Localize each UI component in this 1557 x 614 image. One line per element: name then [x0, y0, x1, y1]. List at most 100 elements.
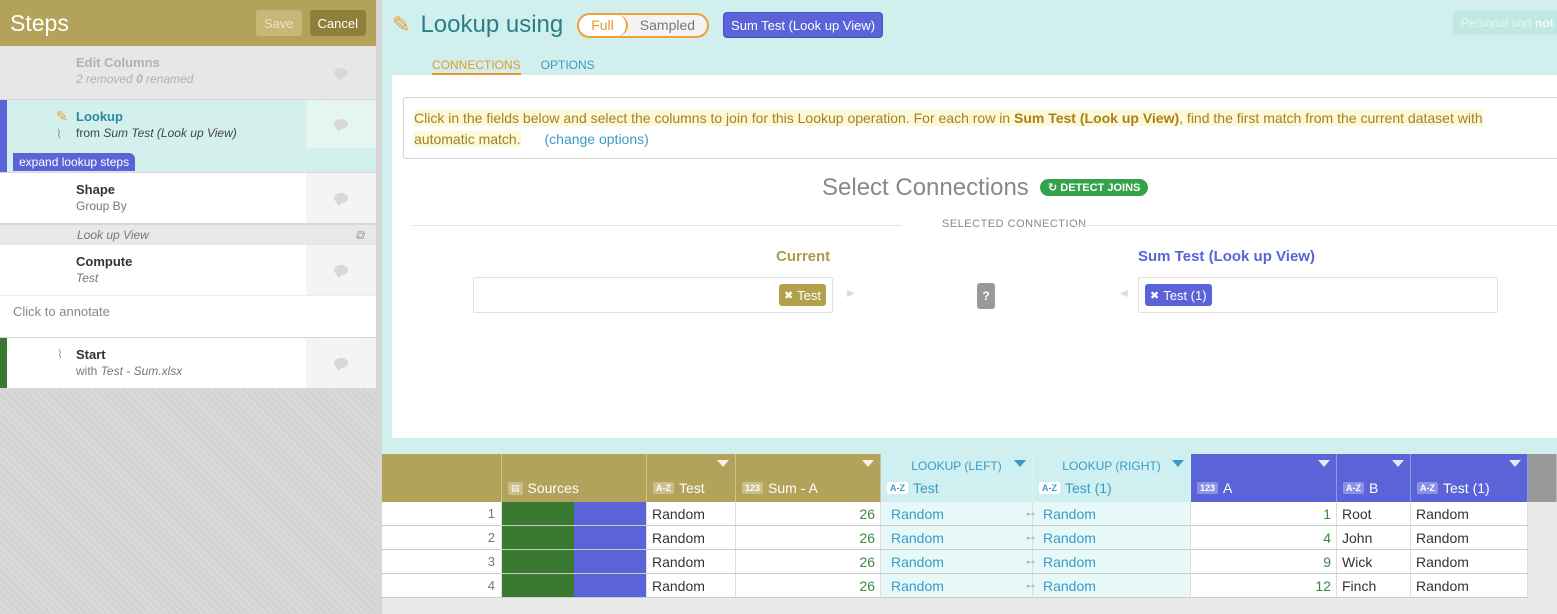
column-header-test-1[interactable]: A-Z Test (1) [1411, 454, 1528, 502]
link-icon: ⊷ [1026, 581, 1035, 591]
expand-lookup-steps-button[interactable]: expand lookup steps [13, 153, 136, 171]
scroll-header [1528, 454, 1557, 502]
cell-sum-a[interactable]: 26 [736, 550, 881, 574]
change-options-link[interactable]: (change options) [544, 131, 649, 147]
cell-test[interactable]: Random [647, 526, 736, 550]
cell-lookup-right[interactable]: ⊷ Random [1026, 526, 1191, 550]
dropdown-icon [1509, 460, 1521, 467]
cell-lookup-right[interactable]: ⊷ Random [1026, 550, 1191, 574]
cell-lookup-right[interactable]: ⊷ Random [1026, 574, 1191, 598]
step-summary: from Sum Test (Look up View) [76, 126, 237, 140]
lookup-view-button[interactable]: Sum Test (Look up View) [723, 12, 884, 38]
remove-icon: ✖ [1150, 289, 1160, 302]
cell-test-1[interactable]: Random [1411, 550, 1528, 574]
tab-options[interactable]: OPTIONS [541, 50, 595, 75]
cell-test-1[interactable]: Random [1411, 502, 1528, 526]
cell-a[interactable]: 9 [1191, 550, 1337, 574]
step-name: Shape [76, 182, 116, 197]
select-connections-title: Select Connections [822, 174, 1029, 201]
number-type-icon: 123 [1197, 482, 1219, 494]
join-type-button[interactable]: ? [977, 283, 995, 309]
cell-test-1[interactable]: Random [1411, 526, 1528, 550]
paperclip-icon: ⌇ [56, 127, 62, 141]
mode-sampled-button[interactable]: Sampled [628, 15, 707, 36]
cell-test[interactable]: Random [647, 574, 736, 598]
text-type-icon: A-Z [1343, 482, 1364, 494]
cell-lookup-right[interactable]: ⊷ Random [1026, 502, 1191, 526]
lookup-join-field[interactable]: ✖ Test (1) [1138, 277, 1498, 313]
step-name: Compute [76, 254, 133, 269]
step-name: Edit Columns [76, 55, 160, 70]
column-header-lookup-right[interactable]: LOOKUP (RIGHT) A-Z Test (1) [1033, 454, 1191, 502]
selected-connection-divider: SELECTED CONNECTION [412, 218, 1557, 232]
annotate-field[interactable]: Click to annotate [0, 295, 376, 337]
cell-b[interactable]: Finch [1337, 574, 1411, 598]
row-number: 1 [382, 502, 502, 526]
dropdown-icon [1318, 460, 1330, 467]
cell-sum-a[interactable]: 26 [736, 526, 881, 550]
data-grid: ▤ Sources A-Z Test 123 Sum - A LOOKUP (LEFT… [382, 454, 1557, 614]
row-number: 4 [382, 574, 502, 598]
cell-test[interactable]: Random [647, 550, 736, 574]
current-column-chip[interactable]: ✖ Test [778, 284, 826, 306]
cell-a[interactable]: 12 [1191, 574, 1337, 598]
cell-lookup-left[interactable]: Random [881, 574, 1033, 598]
cell-b[interactable]: Wick [1337, 550, 1411, 574]
table-row: 2 Random 26 Random ⊷ Random 4 John Random [382, 526, 1557, 550]
column-header-b[interactable]: A-Z B [1337, 454, 1411, 502]
text-type-icon: A-Z [887, 482, 908, 494]
cell-a[interactable]: 1 [1191, 502, 1337, 526]
step-look-up-view[interactable]: Look up View ⧉ [0, 225, 376, 245]
link-icon: ⊷ [1026, 533, 1035, 543]
sources-cell [502, 526, 647, 550]
cell-lookup-left[interactable]: Random [881, 526, 1033, 550]
grid-header: ▤ Sources A-Z Test 123 Sum - A LOOKUP (LEFT… [382, 454, 1557, 502]
save-button[interactable]: Save [255, 10, 302, 36]
cancel-button[interactable]: Cancel [309, 10, 366, 36]
step-lookup[interactable]: ✎ ⌇ Lookup from Sum Test (Look up View) … [0, 100, 376, 172]
cell-test[interactable]: Random [647, 502, 736, 526]
step-summary: Test [76, 271, 99, 285]
cell-b[interactable]: John [1337, 526, 1411, 550]
external-link-icon[interactable]: ⧉ [355, 228, 364, 243]
cell-test-1[interactable]: Random [1411, 574, 1528, 598]
cell-a[interactable]: 4 [1191, 526, 1337, 550]
cell-sum-a[interactable]: 26 [736, 574, 881, 598]
comment-icon[interactable] [334, 265, 348, 278]
mode-full-button[interactable]: Full [579, 14, 628, 36]
column-header-sum-a[interactable]: 123 Sum - A [736, 454, 881, 502]
comment-icon[interactable] [334, 193, 348, 206]
lookup-column-chip[interactable]: ✖ Test (1) [1145, 284, 1212, 306]
step-edit-columns[interactable]: Edit Columns 2 removed 0 renamed [0, 46, 376, 99]
text-type-icon: A-Z [1417, 482, 1438, 494]
step-summary: 2 removed 0 renamed [76, 72, 194, 86]
column-header-lookup-left[interactable]: LOOKUP (LEFT) A-Z Test [881, 454, 1033, 502]
step-summary: with Test - Sum.xlsx [76, 364, 183, 378]
arrow-right-icon: ▶ [847, 288, 855, 299]
tab-connections[interactable]: CONNECTIONS [432, 50, 521, 75]
cell-lookup-left[interactable]: Random [881, 550, 1033, 574]
sources-cell [502, 574, 647, 598]
comment-icon[interactable] [334, 358, 348, 371]
column-header-sources[interactable]: ▤ Sources [502, 454, 647, 502]
current-join-field[interactable]: ✖ Test [473, 277, 833, 313]
number-type-icon: 123 [742, 482, 764, 494]
comment-icon[interactable] [334, 67, 348, 81]
step-summary: Group By [76, 199, 127, 213]
column-header-test[interactable]: A-Z Test [647, 454, 736, 502]
step-start[interactable]: ⌇ Start with Test - Sum.xlsx [0, 338, 376, 388]
step-shape[interactable]: Shape Group By [0, 173, 376, 223]
comment-icon[interactable] [334, 119, 348, 132]
detect-joins-button[interactable]: ↻ DETECT JOINS [1040, 179, 1149, 196]
step-name: Start [76, 347, 106, 362]
steps-panel: Steps Save Cancel Edit Columns 2 removed… [0, 0, 376, 614]
column-header-a[interactable]: 123 A [1191, 454, 1337, 502]
cell-lookup-left[interactable]: Random [881, 502, 1033, 526]
steps-title: Steps [10, 9, 69, 36]
row-number: 2 [382, 526, 502, 550]
cell-sum-a[interactable]: 26 [736, 502, 881, 526]
cell-b[interactable]: Root [1337, 502, 1411, 526]
lookup-view-heading: Sum Test (Look up View) [1138, 248, 1315, 265]
personal-sort-badge[interactable]: Personal sort not prese [1452, 11, 1557, 35]
step-compute[interactable]: Compute Test [0, 245, 376, 295]
